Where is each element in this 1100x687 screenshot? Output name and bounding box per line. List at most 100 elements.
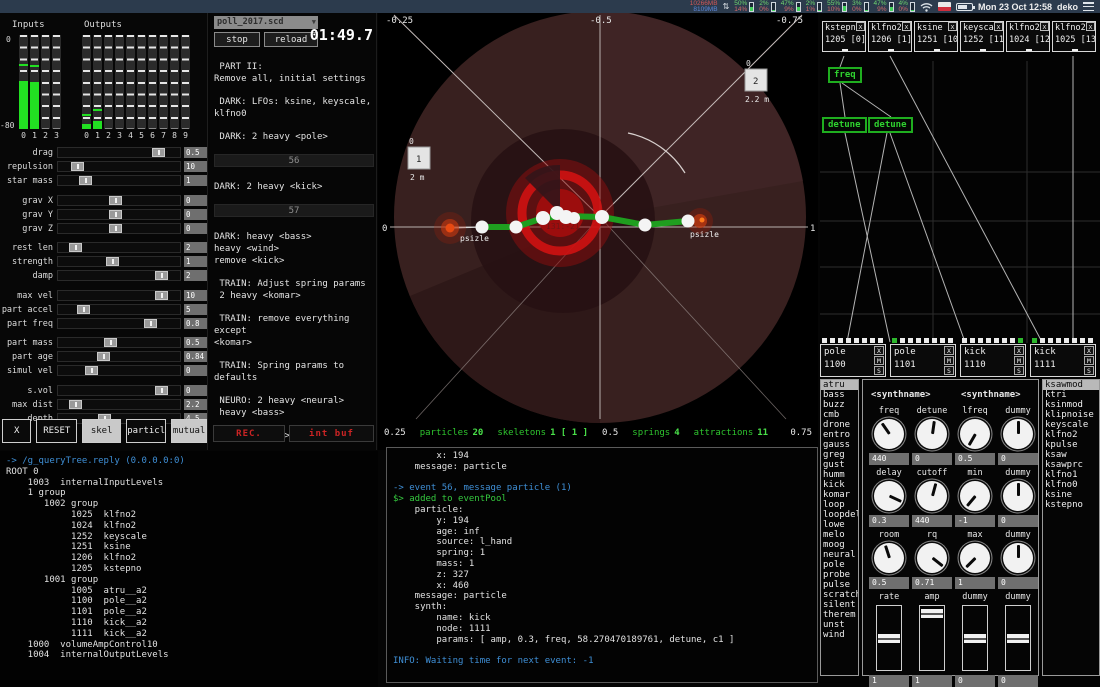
list-item-keyscale[interactable]: keyscale [1043,420,1099,430]
bus-port[interactable] [846,338,851,343]
slider-track[interactable] [57,399,181,410]
bus-port[interactable] [1056,338,1061,343]
bus-port[interactable] [838,338,843,343]
list-item-klfno1[interactable]: klfno1 [1043,470,1099,480]
bus-port[interactable] [908,338,913,343]
list-item-silent[interactable]: silent [821,600,858,610]
bus-button-s[interactable]: S [1014,366,1024,375]
control-synth-list[interactable]: ksawmodktriksinmodklipnoisekeyscaleklfno… [1042,379,1100,676]
list-item-atru[interactable]: atru [821,380,858,390]
knob-dial[interactable] [917,543,947,573]
slider-track[interactable] [57,318,181,329]
bus-port[interactable] [962,338,967,343]
bus-button-s[interactable]: S [1084,366,1094,375]
mode-button-skel[interactable]: skel [82,419,121,443]
node-box-klfno2[interactable]: klfno21025 [13]x [1052,21,1096,52]
slider-track[interactable] [57,351,181,362]
bus-port[interactable] [924,338,929,343]
battery-icon[interactable] [956,3,973,11]
slider-track[interactable] [57,147,181,158]
list-item-probe[interactable]: probe [821,570,858,580]
list-item-entro[interactable]: entro [821,430,858,440]
slider-handle[interactable] [144,319,157,328]
mode-button-x[interactable]: X [2,419,31,443]
bus-box-pole-1101[interactable]: pole1101XMS [890,344,956,377]
synth-list[interactable]: atrubassbuzzcmbdroneentrogaussgreggusthu… [820,379,859,676]
slider-handle[interactable] [77,305,90,314]
param-tag-detune[interactable]: detune [822,117,867,133]
node-box-klfno2[interactable]: klfno21024 [12]x [1006,21,1050,52]
slider-handle[interactable] [104,338,117,347]
slider-handle[interactable] [85,366,98,375]
list-item-kstepno[interactable]: kstepno [1043,500,1099,510]
knob-dial[interactable] [1003,481,1033,511]
slider-handle[interactable] [69,243,82,252]
stop-button[interactable]: stop [214,32,260,47]
fader-handle[interactable] [921,609,943,618]
score-file-dropdown[interactable]: poll_2017.scd ▼ [214,16,318,29]
slider-handle[interactable] [152,148,165,157]
slider-track[interactable] [57,290,181,301]
bus-port[interactable] [1032,338,1037,343]
close-icon[interactable]: x [1086,22,1095,31]
node-output-port[interactable] [934,49,940,52]
list-item-humm[interactable]: humm [821,470,858,480]
slider-track[interactable] [57,242,181,253]
node-output-port[interactable] [842,49,848,52]
fader-handle[interactable] [1007,634,1029,643]
bus-port[interactable] [916,338,921,343]
slider-track[interactable] [57,161,181,172]
mode-button-mutual[interactable]: mutual [171,419,207,443]
knob-dial[interactable] [874,419,904,449]
knob-dial[interactable] [960,543,990,573]
slider-track[interactable] [57,270,181,281]
bus-port[interactable] [1010,338,1015,343]
slider-handle[interactable] [71,162,84,171]
bus-port[interactable] [900,338,905,343]
knob-dial[interactable] [874,481,904,511]
bus-button-m[interactable]: M [874,356,884,365]
close-icon[interactable]: x [994,22,1003,31]
bus-port[interactable] [940,338,945,343]
list-item-ksaw[interactable]: ksaw [1043,450,1099,460]
bus-port[interactable] [932,338,937,343]
fader-track[interactable] [919,605,945,671]
bus-port[interactable] [986,338,991,343]
record-button[interactable]: REC. [213,425,285,442]
list-item-ksinmod[interactable]: ksinmod [1043,400,1099,410]
fader-track[interactable] [1005,605,1031,671]
bus-button-x[interactable]: X [874,346,884,355]
bus-button-x[interactable]: X [944,346,954,355]
knob-dial[interactable] [960,481,990,511]
list-item-komar[interactable]: komar [821,490,858,500]
list-item-loopdel[interactable]: loopdel [821,510,858,520]
bus-port[interactable] [870,338,875,343]
bus-box-pole-1100[interactable]: pole1100XMS [820,344,886,377]
slider-handle[interactable] [155,386,168,395]
list-item-wind[interactable]: wind [821,630,858,640]
bus-box-kick-1110[interactable]: kick1110XMS [960,344,1026,377]
close-icon[interactable]: x [902,22,911,31]
poland-flag-icon[interactable] [938,2,951,11]
list-item-moog[interactable]: moog [821,540,858,550]
bus-button-x[interactable]: X [1014,346,1024,355]
bus-port[interactable] [948,338,953,343]
knob-dial[interactable] [1003,419,1033,449]
slider-track[interactable] [57,209,181,220]
bus-port[interactable] [854,338,859,343]
close-icon[interactable]: x [948,22,957,31]
list-item-scratch[interactable]: scratch [821,590,858,600]
slider-handle[interactable] [155,271,168,280]
node-box-ksine[interactable]: ksine1251 [10]x [914,21,958,52]
bus-button-s[interactable]: S [874,366,884,375]
bus-port[interactable] [1002,338,1007,343]
list-item-pole[interactable]: pole [821,560,858,570]
particle-visualization[interactable]: 131:-21 [378,13,818,450]
wifi-icon[interactable] [920,2,933,12]
knob-dial[interactable] [1003,543,1033,573]
mode-button-particl[interactable]: particl [126,419,166,443]
slider-track[interactable] [57,223,181,234]
bus-port[interactable] [892,338,897,343]
knob-dial[interactable] [874,543,904,573]
menu-list-icon[interactable] [1083,2,1094,11]
